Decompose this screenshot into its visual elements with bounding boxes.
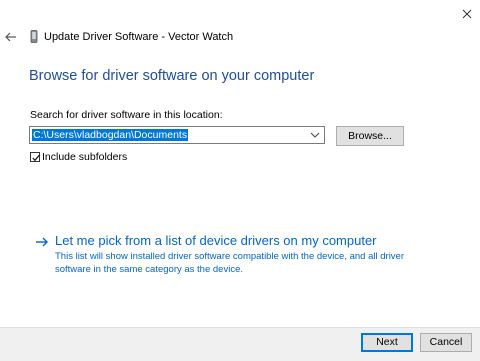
device-icon <box>30 30 38 43</box>
pick-from-list-link[interactable]: Let me pick from a list of device driver… <box>55 233 377 248</box>
next-button[interactable]: Next <box>361 333 413 352</box>
back-arrow-icon <box>5 32 16 42</box>
location-input-value[interactable]: C:\Users\vladbogdan\Documents <box>32 129 189 141</box>
back-button[interactable] <box>4 30 18 44</box>
arrow-right-icon[interactable] <box>35 236 49 248</box>
checkmark-icon <box>32 154 40 162</box>
page-heading: Browse for driver software on your compu… <box>29 68 315 84</box>
close-button[interactable] <box>459 6 475 22</box>
close-icon <box>462 9 472 19</box>
location-label: Search for driver software in this locat… <box>30 109 223 121</box>
include-subfolders-checkbox[interactable] <box>30 152 40 162</box>
chevron-down-icon[interactable] <box>310 131 320 139</box>
pick-from-list-description: This list will show installed driver sof… <box>55 251 405 275</box>
location-combobox[interactable]: C:\Users\vladbogdan\Documents <box>29 126 325 144</box>
include-subfolders-label[interactable]: Include subfolders <box>42 151 127 163</box>
window-title: Update Driver Software - Vector Watch <box>44 31 234 43</box>
cancel-button[interactable]: Cancel <box>420 333 472 352</box>
browse-button[interactable]: Browse... <box>336 126 404 146</box>
